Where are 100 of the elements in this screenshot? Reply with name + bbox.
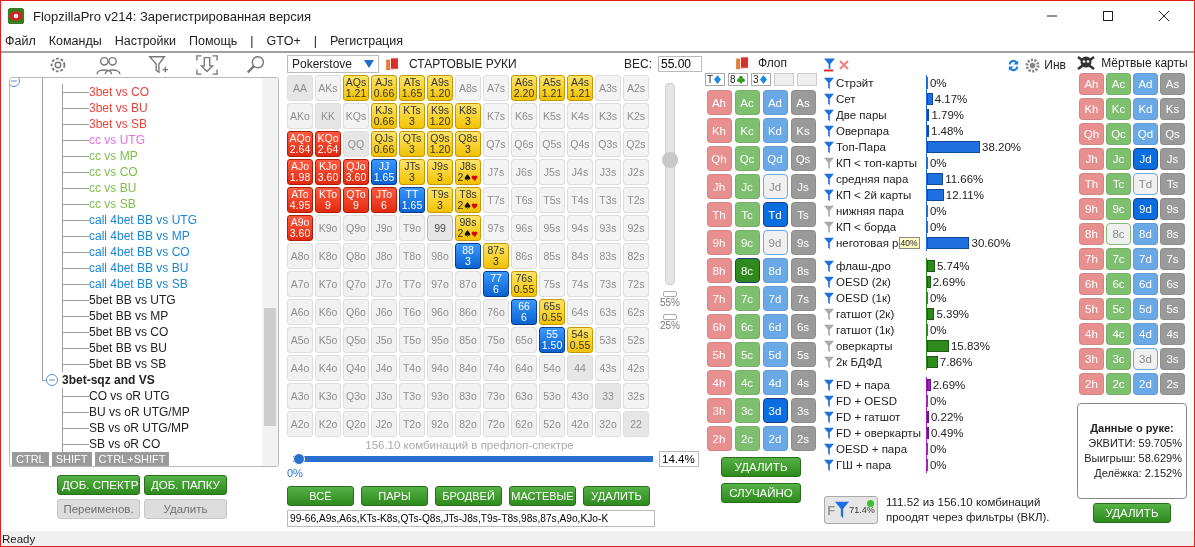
hand-cell[interactable]: ATo 4.95 [287, 187, 313, 213]
settings-icon[interactable] [1025, 57, 1041, 73]
card-button[interactable]: Qc [1106, 123, 1131, 145]
weight-slider[interactable] [665, 83, 675, 285]
filter-icon[interactable] [824, 307, 834, 321]
card-button[interactable]: Qc [734, 146, 760, 171]
card-button[interactable]: Qd [1133, 123, 1158, 145]
tree-item[interactable]: 5bet BB vs BU [89, 341, 168, 355]
filter-icon[interactable] [824, 156, 834, 170]
hand-cell[interactable]: A4s 1.21 [567, 75, 593, 101]
hand-cell[interactable]: 42s [623, 355, 649, 381]
hand-cell[interactable]: T3o [399, 383, 425, 409]
card-button[interactable]: 9s [1160, 198, 1185, 220]
menu-item[interactable]: | [313, 34, 317, 48]
hand-cell[interactable]: A6s 2.20 [511, 75, 537, 101]
card-button[interactable]: 6d [1133, 273, 1158, 295]
card-button[interactable]: Qh [706, 146, 732, 171]
hand-cell[interactable]: 74o [483, 355, 509, 381]
hand-cell[interactable]: 73o [483, 383, 509, 409]
hand-cell[interactable]: T9o [399, 215, 425, 241]
hand-cell[interactable]: Q4s [567, 131, 593, 157]
flop-button[interactable]: УДАЛИТЬ [721, 457, 801, 477]
hand-cell[interactable]: J7o [371, 271, 397, 297]
card-button[interactable]: 6c [734, 314, 760, 339]
card-button[interactable]: 3h [1079, 348, 1104, 370]
hand-cell[interactable]: 72s [623, 271, 649, 297]
hand-cell[interactable]: J5s [539, 159, 565, 185]
hand-cell[interactable]: Q2o [343, 411, 369, 437]
card-button[interactable]: Jh [706, 174, 732, 199]
hand-cell[interactable]: K8o [315, 243, 341, 269]
card-button[interactable]: As [1160, 73, 1185, 95]
card-button[interactable]: 4s [1160, 323, 1185, 345]
hand-cell[interactable]: K3s [595, 103, 621, 129]
hand-cell[interactable]: 65s 0.55 [539, 299, 565, 325]
hand-cell[interactable]: Q6s [511, 131, 537, 157]
card-button[interactable]: 4c [1106, 323, 1131, 345]
card-button[interactable]: 9s [790, 230, 816, 255]
hand-cell[interactable]: Q3o [343, 383, 369, 409]
tree-item[interactable]: call 4bet BB vs CO [89, 245, 190, 259]
card-button[interactable]: Jh [1079, 148, 1104, 170]
filter-icon[interactable] [824, 124, 834, 138]
card-button[interactable]: 3c [1106, 348, 1131, 370]
hand-cell[interactable]: K9s 1.20 [427, 103, 453, 129]
board-slot[interactable]: 8 [728, 73, 748, 86]
hand-cell[interactable]: 44 [567, 355, 593, 381]
filter-icon[interactable] [824, 58, 835, 72]
filter-icon[interactable] [824, 140, 834, 154]
hand-cell[interactable]: 64o [511, 355, 537, 381]
tree-item[interactable]: cc vs BU [89, 181, 137, 195]
hand-cell[interactable]: 53o [539, 383, 565, 409]
card-button[interactable]: 2c [734, 426, 760, 451]
card-button[interactable]: Ts [1160, 173, 1185, 195]
hand-cell[interactable]: 52o [539, 411, 565, 437]
hand-cell[interactable]: 75o [483, 327, 509, 353]
card-button[interactable]: 5c [734, 342, 760, 367]
hand-cell[interactable]: KK [315, 103, 341, 129]
card-button[interactable]: 2d [762, 426, 788, 451]
hand-cell[interactable]: K2o [315, 411, 341, 437]
hand-cell[interactable]: A2s [623, 75, 649, 101]
card-button[interactable]: Tc [734, 202, 760, 227]
hand-cell[interactable]: 94o [427, 355, 453, 381]
tree-item[interactable]: call 4bet BB vs UTG [89, 213, 198, 227]
hand-cell[interactable]: 64s [567, 299, 593, 325]
card-button[interactable]: Ks [790, 118, 816, 143]
menu-item[interactable]: GTO+ [266, 34, 301, 48]
hand-cell[interactable]: 85o [455, 327, 481, 353]
hand-cell[interactable]: 66 6 [511, 299, 537, 325]
hand-cell[interactable]: J9o [371, 215, 397, 241]
tree-item[interactable]: SB vs oR CO [89, 437, 161, 451]
card-button[interactable]: 6s [1160, 273, 1185, 295]
range-field[interactable]: 99-66,A9s,A6s,KTs-K8s,QTs-Q8s,JTs-J8s,T9s-T8s,98s,87s,A9o,KJo-K [287, 510, 655, 527]
hand-cell[interactable]: K7o [315, 271, 341, 297]
card-button[interactable]: 8d [1133, 223, 1158, 245]
card-button[interactable]: 6s [790, 314, 816, 339]
hand-cell[interactable]: Q7s [483, 131, 509, 157]
hand-cell[interactable]: 97s [483, 215, 509, 241]
hand-cell[interactable]: TT 1.65 [399, 187, 425, 213]
hand-cell[interactable]: J4o [371, 355, 397, 381]
hand-cell[interactable]: 76s 0.55 [511, 271, 537, 297]
hand-cell[interactable]: K5o [315, 327, 341, 353]
board-slot[interactable]: T [705, 73, 725, 86]
hand-cell[interactable]: J7s [483, 159, 509, 185]
menu-item[interactable]: Настройки [114, 34, 176, 48]
hand-cell[interactable]: QTo 9 [343, 187, 369, 213]
hand-cell[interactable]: 85s [539, 243, 565, 269]
card-button[interactable]: Kh [1079, 98, 1104, 120]
hand-cell[interactable]: A8o [287, 243, 313, 269]
card-button[interactable]: Js [790, 174, 816, 199]
percent-field[interactable]: 14.4% [659, 451, 699, 467]
hand-cell[interactable]: T2s [623, 187, 649, 213]
hand-cell[interactable]: 98s 2 [455, 215, 481, 241]
card-button[interactable]: 7h [706, 286, 732, 311]
card-button[interactable]: Kd [1133, 98, 1158, 120]
hand-cell[interactable]: A5o [287, 327, 313, 353]
modifier-key[interactable]: SHIFT [51, 452, 92, 466]
card-button[interactable]: Jc [734, 174, 760, 199]
hand-cell[interactable]: Q2s [623, 131, 649, 157]
filter-icon[interactable] [824, 394, 834, 408]
hand-cell[interactable]: A2o [287, 411, 313, 437]
card-button[interactable]: 2h [1079, 373, 1104, 395]
